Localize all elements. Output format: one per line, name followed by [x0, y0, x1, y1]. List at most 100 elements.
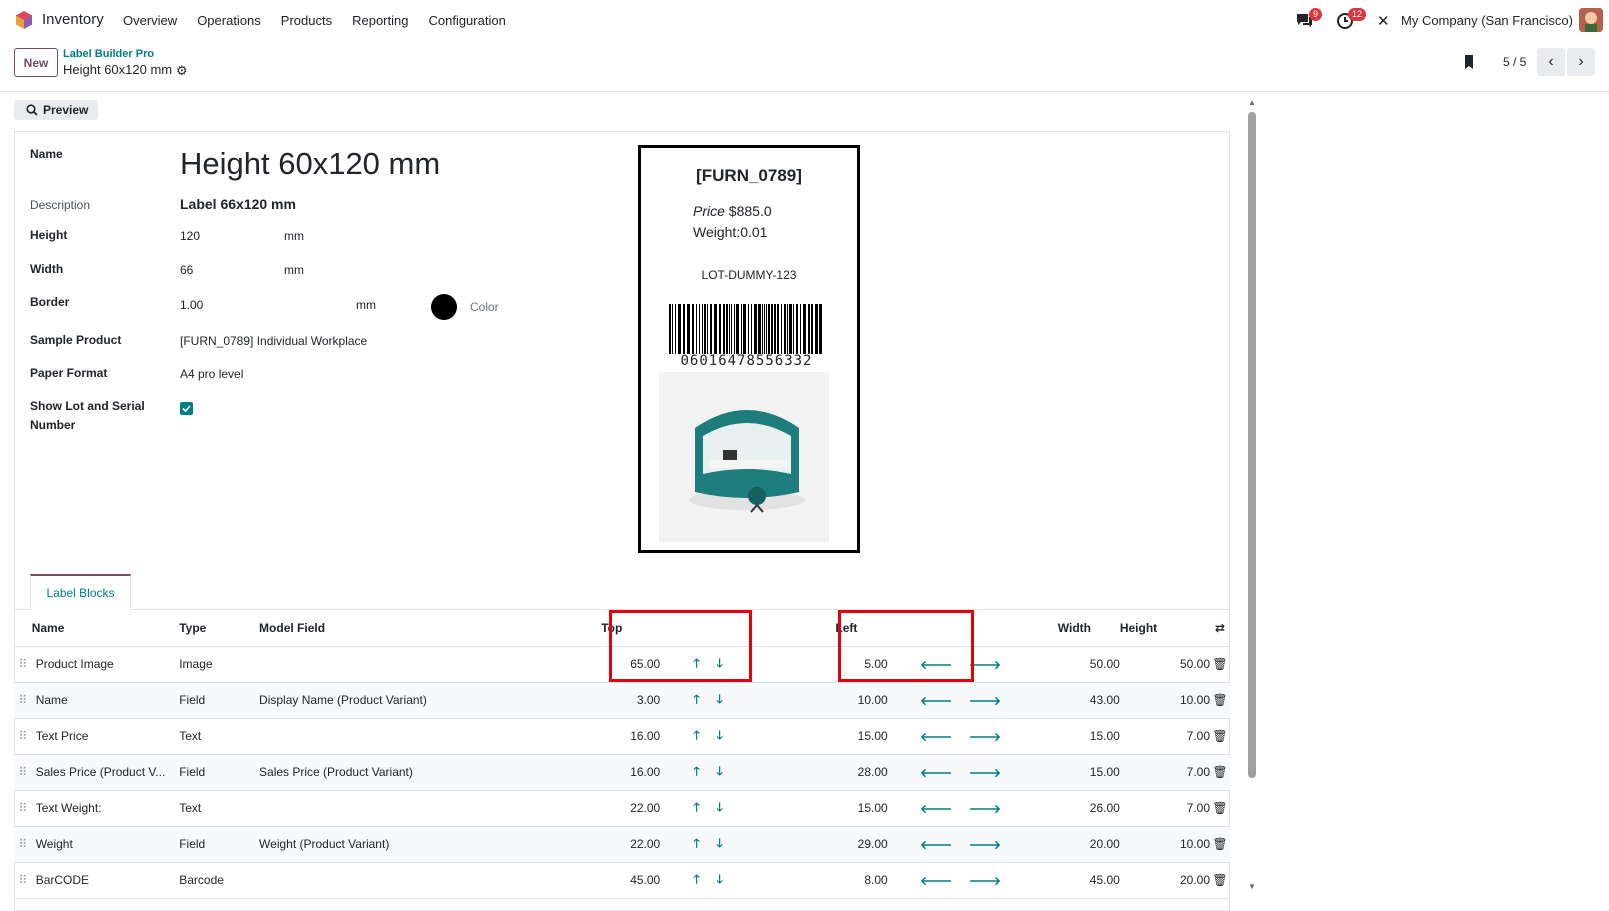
cell-type[interactable]: Field [179, 682, 260, 719]
width-field[interactable]: 66 [180, 263, 193, 277]
gear-icon[interactable]: ⚙ [176, 63, 188, 79]
drag-handle-icon[interactable]: ⠿ [14, 826, 32, 863]
cell-height[interactable]: 7.00 [1119, 718, 1211, 755]
header-model-field[interactable]: Model Field [259, 610, 602, 647]
move-left-right-icons[interactable]: 🡐 🡒 [916, 718, 1058, 755]
drag-handle-icon[interactable]: ⠿ [14, 718, 32, 755]
inventory-app-icon[interactable] [14, 10, 34, 30]
cell-name[interactable]: BarCODE [31, 862, 180, 899]
header-height[interactable]: Height [1119, 610, 1211, 647]
header-type[interactable]: Type [179, 610, 260, 647]
new-button[interactable]: New [14, 48, 58, 77]
move-up-down-icons[interactable]: 🡑 🡓 [690, 682, 836, 719]
cell-type[interactable]: Image [179, 646, 260, 683]
move-up-down-icons[interactable]: 🡑 🡓 [690, 826, 836, 863]
cell-height[interactable]: 7.00 [1119, 754, 1211, 791]
trash-icon[interactable]: 🗑 [1210, 754, 1230, 791]
cell-top[interactable]: 16.00 [601, 718, 661, 755]
scroll-down-arrow[interactable]: ▼ [1248, 882, 1256, 891]
move-up-down-icons[interactable]: 🡑 🡓 [690, 754, 836, 791]
menu-reporting[interactable]: Reporting [352, 13, 408, 28]
color-swatch[interactable] [431, 294, 457, 320]
cell-width[interactable]: 20.00 [1057, 826, 1120, 863]
cell-model-field[interactable]: Display Name (Product Variant) [259, 682, 602, 719]
cell-name[interactable]: Text Price [31, 718, 180, 755]
name-field[interactable]: Height 60x120 mm [180, 146, 440, 182]
drag-handle-icon[interactable]: ⠿ [14, 682, 32, 719]
cell-left[interactable]: 8.00 [835, 862, 888, 899]
cell-left[interactable]: 29.00 [835, 826, 888, 863]
trash-icon[interactable]: 🗑 [1210, 790, 1230, 827]
cell-height[interactable]: 7.00 [1119, 790, 1211, 827]
cell-top[interactable]: 22.00 [601, 826, 661, 863]
move-up-down-icons[interactable]: 🡑 🡓 [690, 862, 836, 899]
trash-icon[interactable]: 🗑 [1210, 718, 1230, 755]
cell-model-field[interactable] [259, 718, 602, 755]
table-row[interactable]: ⠿ Text Weight: Text 22.00 🡑 🡓 15.00 🡐 🡒 26.00… [14, 790, 1230, 827]
move-left-right-icons[interactable]: 🡐 🡒 [916, 682, 1058, 719]
trash-icon[interactable]: 🗑 [1210, 862, 1230, 899]
header-width[interactable]: Width [1057, 610, 1120, 647]
move-left-right-icons[interactable]: 🡐 🡒 [916, 826, 1058, 863]
cell-name[interactable]: Weight [31, 826, 180, 863]
cell-height[interactable]: 10.00 [1119, 682, 1211, 719]
pager-next-button[interactable]: › [1567, 48, 1595, 76]
cell-name[interactable]: Text Weight: [31, 790, 180, 827]
cell-left[interactable]: 10.00 [835, 682, 888, 719]
bookmark-icon[interactable] [1463, 54, 1475, 70]
drag-handle-icon[interactable]: ⠿ [14, 646, 32, 683]
pager-previous-button[interactable]: ‹ [1537, 48, 1565, 76]
cell-top[interactable]: 16.00 [601, 754, 661, 791]
cell-width[interactable]: 50.00 [1057, 646, 1120, 683]
cell-width[interactable]: 26.00 [1057, 790, 1120, 827]
move-left-right-icons[interactable]: 🡐 🡒 [916, 790, 1058, 827]
cell-height[interactable]: 20.00 [1119, 862, 1211, 899]
scroll-up-arrow[interactable]: ▲ [1248, 98, 1256, 107]
move-up-down-icons[interactable]: 🡑 🡓 [690, 790, 836, 827]
cell-left[interactable]: 15.00 [835, 718, 888, 755]
height-field[interactable]: 120 [180, 229, 200, 243]
cell-model-field[interactable] [259, 646, 602, 683]
cell-model-field[interactable] [259, 862, 602, 899]
drag-handle-icon[interactable]: ⠿ [14, 862, 32, 899]
cell-top[interactable]: 3.00 [601, 682, 661, 719]
table-row[interactable]: ⠿ Text Price Text 16.00 🡑 🡓 15.00 🡐 🡒 15.00 7.… [14, 718, 1230, 755]
cell-type[interactable]: Text [179, 790, 260, 827]
sample-product-field[interactable]: [FURN_0789] Individual Workplace [180, 334, 367, 348]
preview-button[interactable]: Preview [14, 100, 98, 120]
pager-counter[interactable]: 5 / 5 [1503, 55, 1526, 69]
description-field[interactable]: Label 66x120 mm [180, 196, 296, 212]
header-name[interactable]: Name [31, 610, 180, 647]
cell-type[interactable]: Text [179, 718, 260, 755]
table-row[interactable]: ⠿ Weight Field Weight (Product Variant) 22.0… [14, 826, 1230, 863]
company-switcher[interactable]: My Company (San Francisco) [1401, 13, 1573, 28]
cell-width[interactable]: 45.00 [1057, 862, 1120, 899]
scrollbar[interactable]: ▲ ▼ [1246, 98, 1258, 894]
cell-width[interactable]: 15.00 [1057, 718, 1120, 755]
lot-serial-checkbox[interactable] [180, 402, 193, 415]
cell-height[interactable]: 10.00 [1119, 826, 1211, 863]
move-up-down-icons[interactable]: 🡑 🡓 [690, 718, 836, 755]
table-row[interactable]: ⠿ Sales Price (Product V... Field Sales Pri… [14, 754, 1230, 791]
trash-icon[interactable]: 🗑 [1210, 826, 1230, 863]
cell-top[interactable]: 22.00 [601, 790, 661, 827]
menu-overview[interactable]: Overview [123, 13, 177, 28]
cell-left[interactable]: 28.00 [835, 754, 888, 791]
table-row[interactable]: ⠿ Name Field Display Name (Product Variant)… [14, 682, 1230, 719]
cell-width[interactable]: 43.00 [1057, 682, 1120, 719]
tools-icon[interactable]: ✕ [1377, 12, 1390, 30]
trash-icon[interactable]: 🗑 [1210, 682, 1230, 719]
trash-icon[interactable]: 🗑 [1210, 646, 1230, 683]
cell-name[interactable]: Name [31, 682, 180, 719]
menu-products[interactable]: Products [281, 13, 332, 28]
table-row[interactable]: ⠿ BarCODE Barcode 45.00 🡑 🡓 8.00 🡐 🡒 45.00 20.… [14, 862, 1230, 899]
app-name[interactable]: Inventory [42, 11, 104, 28]
tab-label-blocks[interactable]: Label Blocks [30, 574, 131, 611]
border-field[interactable]: 1.00 [180, 298, 203, 312]
move-left-right-icons[interactable]: 🡐 🡒 [916, 754, 1058, 791]
menu-configuration[interactable]: Configuration [428, 13, 505, 28]
cell-model-field[interactable]: Weight (Product Variant) [259, 826, 602, 863]
cell-model-field[interactable]: Sales Price (Product Variant) [259, 754, 602, 791]
drag-handle-icon[interactable]: ⠿ [14, 790, 32, 827]
user-avatar[interactable] [1579, 8, 1603, 32]
